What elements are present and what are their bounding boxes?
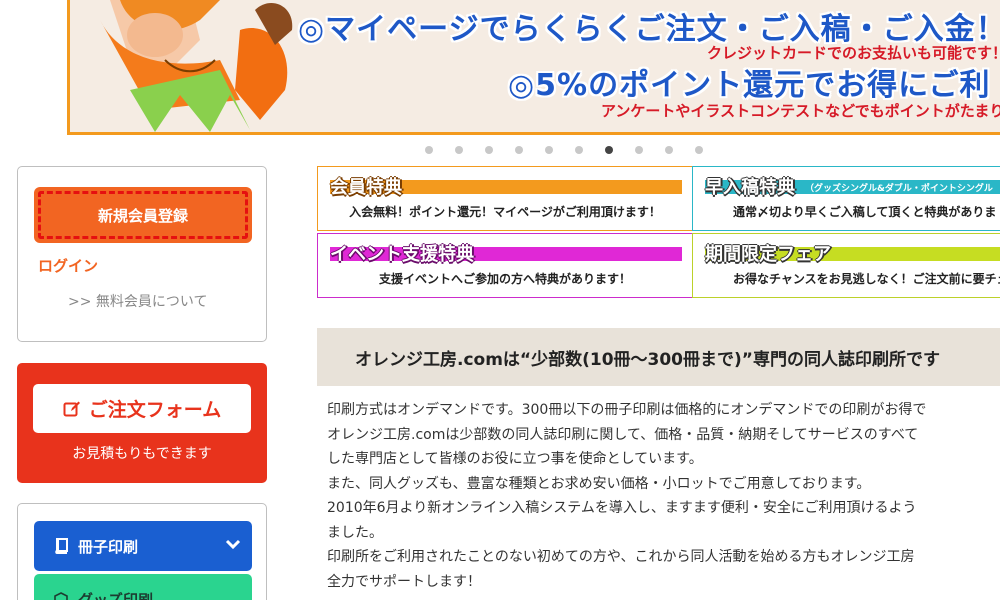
free-member-link[interactable]: >> 無料会員について (68, 291, 208, 311)
feature-title: 早入稿特典 (705, 177, 795, 198)
order-panel: ご注文フォーム お見積もりもできます (17, 363, 267, 483)
order-form-label: ご注文フォーム (88, 399, 222, 421)
category-label: グッズ印刷 (78, 590, 154, 600)
carousel-indicators (425, 146, 703, 156)
about-paragraph-line: 2010年6月より新オンライン入稿システムを導入し、ますます便利・安全にご利用頂… (327, 500, 917, 516)
feature-limited-fair[interactable]: 期間限定フェア お得なチャンスをお見逃しなく！ご注文前に要チェ (692, 233, 1000, 298)
about-paragraph-line: ました。 (327, 524, 383, 541)
login-link[interactable]: ログイン (38, 255, 98, 276)
carousel-dot[interactable] (695, 146, 703, 154)
box-icon (54, 592, 68, 600)
banner-subline-2: アンケートやイラストコンテストなどでもポイントがたまり (601, 102, 1000, 120)
carousel-dot-active[interactable] (605, 146, 613, 154)
carousel-dot[interactable] (545, 146, 553, 154)
about-paragraph-line: また、同人グッズも、豊富な種類とお求め安い価格・小ロットでご用意しております。 (327, 475, 871, 492)
about-paragraph-line: した専門店として皆様のお役に立つ事を使命としています。 (327, 451, 703, 467)
about-heading: オレンジ工房.comは“少部数(10冊～300冊まで)”専門の同人誌印刷所です (317, 328, 1000, 386)
feature-title: 会員特典 (330, 177, 402, 198)
about-paragraph-line: 全力でサポートします！ (327, 573, 481, 590)
order-subtext: お見積もりもできます (72, 446, 212, 462)
chevron-down-icon (225, 539, 241, 550)
register-button-label: 新規会員登録 (97, 206, 188, 225)
about-paragraph-line: オレンジ工房.comは少部数の同人誌印刷に関して、価格・品質・納期そしてサービス… (327, 426, 919, 443)
feature-member-benefits[interactable]: 会員特典 入会無料！ポイント還元！マイページがご利用頂けます！ (317, 166, 693, 231)
edit-icon (63, 401, 80, 416)
about-heading-text: オレンジ工房.comは“少部数(10冊～300冊まで)”専門の同人誌印刷所です (355, 349, 940, 370)
feature-description: お得なチャンスをお見逃しなく！ご注文前に要チェ (733, 272, 1000, 286)
carousel-dot[interactable] (635, 146, 643, 154)
banner-headline-2: ◎5%のポイント還元でお得にご利 (508, 68, 991, 103)
carousel-dot[interactable] (455, 146, 463, 154)
category-booklet-printing[interactable]: 冊子印刷 (34, 521, 252, 571)
feature-description: 入会無料！ポイント還元！マイページがご利用頂けます！ (349, 205, 661, 219)
feature-title: イベント支援特典 (330, 244, 474, 265)
feature-title: 期間限定フェア (705, 244, 831, 265)
feature-early-submission[interactable]: 早入稿特典 （グッズシングル&ダブル・ポイントシングル 通常〆切より早くご入稿し… (692, 166, 1000, 231)
carousel-dot[interactable] (665, 146, 673, 154)
book-icon (55, 538, 68, 554)
member-panel: 新規会員登録 ログイン >> 無料会員について (17, 166, 267, 342)
carousel-dot[interactable] (485, 146, 493, 154)
category-menu: 冊子印刷 グッズ印刷 (17, 503, 267, 600)
feature-event-support[interactable]: イベント支援特典 支援イベントへご参加の方へ特典があります！ (317, 233, 693, 298)
register-button[interactable]: 新規会員登録 (34, 187, 252, 243)
feature-description: 支援イベントへご参加の方へ特典があります！ (378, 272, 631, 286)
feature-description: 通常〆切より早くご入稿して頂くと特典がありま (733, 205, 997, 219)
category-label: 冊子印刷 (78, 537, 139, 556)
hero-banner[interactable]: ◎マイページでらくらくご注文・ご入稿・ご入金！ クレジットカードでのお支払いも可… (67, 0, 1000, 135)
mascot-illustration (70, 0, 300, 132)
category-goods-printing[interactable]: グッズ印刷 (34, 574, 252, 600)
about-paragraph-line: 印刷方式はオンデマンドです。300冊以下の冊子印刷は価格的にオンデマンドでの印刷… (327, 402, 927, 418)
carousel-dot[interactable] (515, 146, 523, 154)
carousel-dot[interactable] (575, 146, 583, 154)
feature-note: （グッズシングル&ダブル・ポイントシングル (805, 184, 993, 194)
about-paragraph-line: 印刷所をご利用されたことのない初めての方や、これから同人活動を始める方もオレンジ… (327, 549, 915, 565)
carousel-dot[interactable] (425, 146, 433, 154)
about-body: 印刷方式はオンデマンドです。300冊以下の冊子印刷は価格的にオンデマンドでの印刷… (327, 398, 1000, 594)
order-form-button[interactable]: ご注文フォーム (33, 384, 251, 433)
